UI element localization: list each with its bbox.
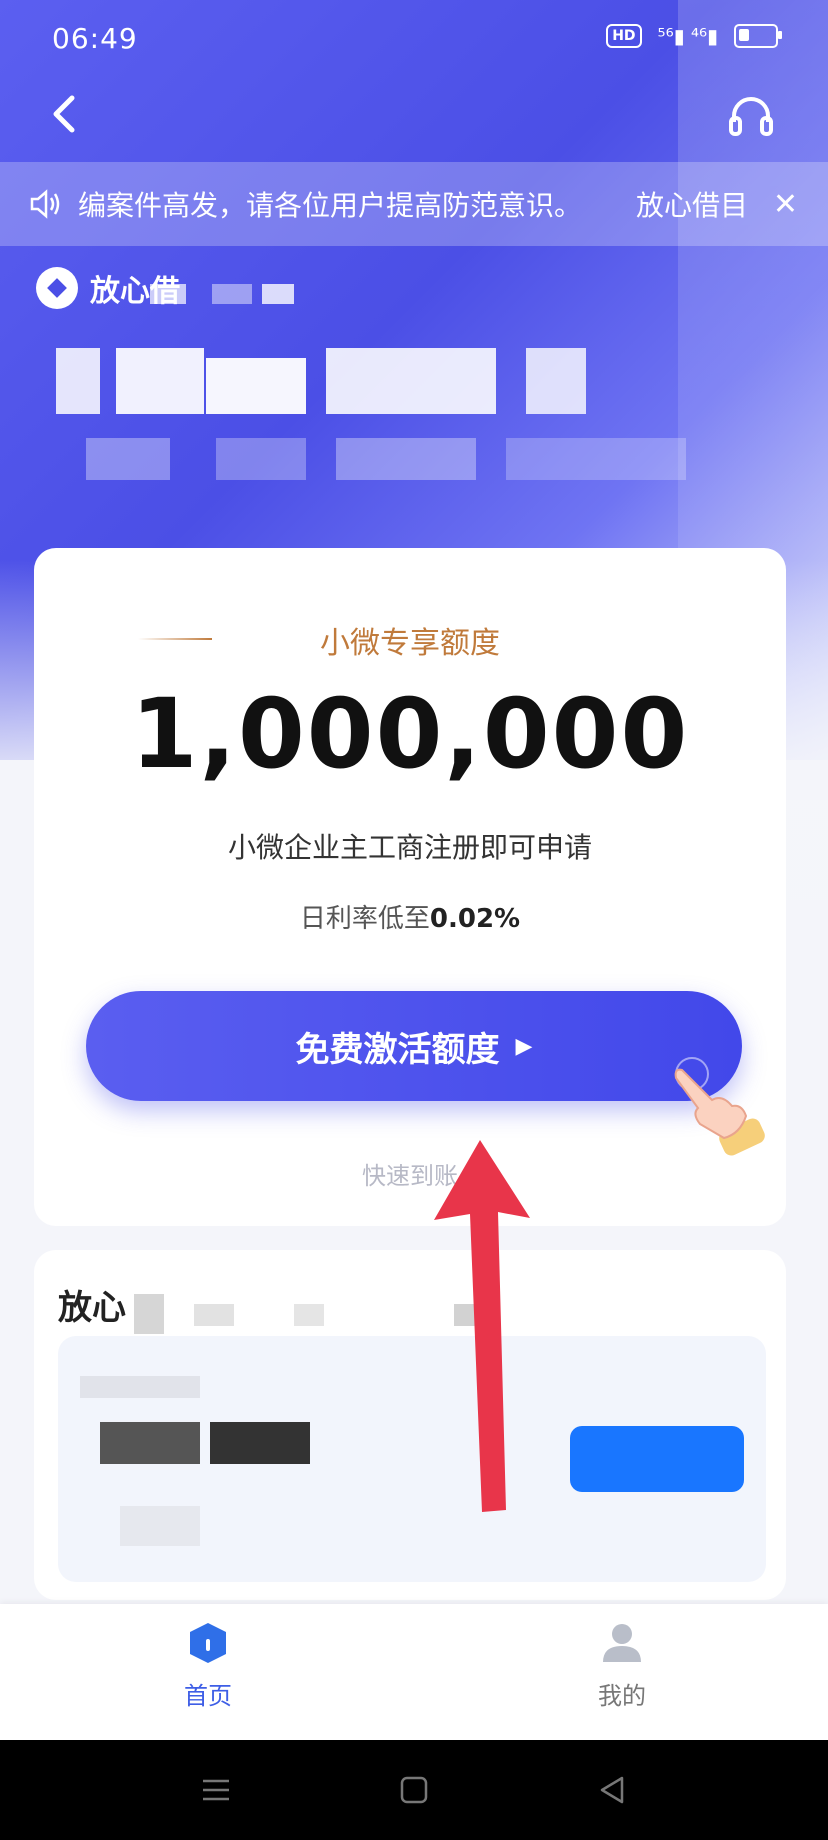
annotation-arrow (434, 1140, 530, 1512)
speaker-icon (28, 187, 62, 221)
status-bar: 06:49 HD ⁵⁶▮ ⁴⁶▮ (0, 0, 828, 76)
back-icon[interactable] (48, 94, 78, 138)
tab-bar: 首页 我的 (0, 1604, 828, 1740)
activate-button-label: 免费激活额度 (295, 1029, 500, 1070)
tab-me[interactable]: 我的 (542, 1620, 702, 1711)
product-card-title: 放心 (58, 1288, 126, 1328)
system-nav-bar (0, 1740, 828, 1840)
rate-prefix: 日利率低至 (299, 904, 430, 934)
tab-me-label: 我的 (598, 1682, 646, 1710)
product-card: 放心 (34, 1250, 786, 1600)
rate-value: 0.02% (429, 904, 521, 934)
notice-message: 编案件高发，请各位用户提高防范意识。 (78, 189, 583, 222)
close-icon[interactable]: ✕ (773, 187, 798, 222)
top-nav (0, 76, 828, 156)
tab-home-label: 首页 (184, 1682, 232, 1710)
credit-card: 小微专享额度 1,000,000 小微企业主工商注册即可申请 日利率低至0.02… (34, 548, 786, 1226)
credit-amount: 1,000,000 (130, 678, 690, 790)
eligibility-text: 小微企业主工商注册即可申请 (227, 831, 592, 864)
notice-bar: 编案件高发，请各位用户提高防范意识。 放心借目 ✕ (0, 162, 828, 246)
card-subtitle: 小微专享额度 (320, 626, 500, 661)
tab-home[interactable]: 首页 (128, 1620, 288, 1711)
battery-icon (734, 24, 782, 48)
activate-button[interactable]: 免费激活额度 ▶ (86, 991, 742, 1101)
home-square-icon[interactable] (398, 1774, 430, 1810)
rate-text: 日利率低至0.02% (34, 898, 786, 935)
status-icons: HD ⁵⁶▮ ⁴⁶▮ (606, 24, 782, 48)
status-time: 06:49 (52, 22, 138, 55)
headset-icon[interactable] (726, 90, 776, 140)
product-action-button[interactable] (570, 1426, 744, 1492)
logo-icon (36, 267, 78, 309)
user-icon (599, 1620, 645, 1666)
product-panel (58, 1336, 766, 1582)
back-triangle-icon[interactable] (596, 1774, 628, 1810)
signal-icon: ⁵⁶▮ ⁴⁶▮ (657, 24, 718, 48)
hd-icon: HD (606, 24, 642, 48)
menu-icon[interactable] (200, 1774, 232, 1810)
pointing-hand-icon (662, 1054, 772, 1164)
bottom-note: 快速到账 (362, 1162, 458, 1190)
notice-brand: 放心借目 (635, 189, 748, 222)
home-icon (185, 1620, 231, 1666)
play-icon: ▶ (515, 1033, 533, 1059)
